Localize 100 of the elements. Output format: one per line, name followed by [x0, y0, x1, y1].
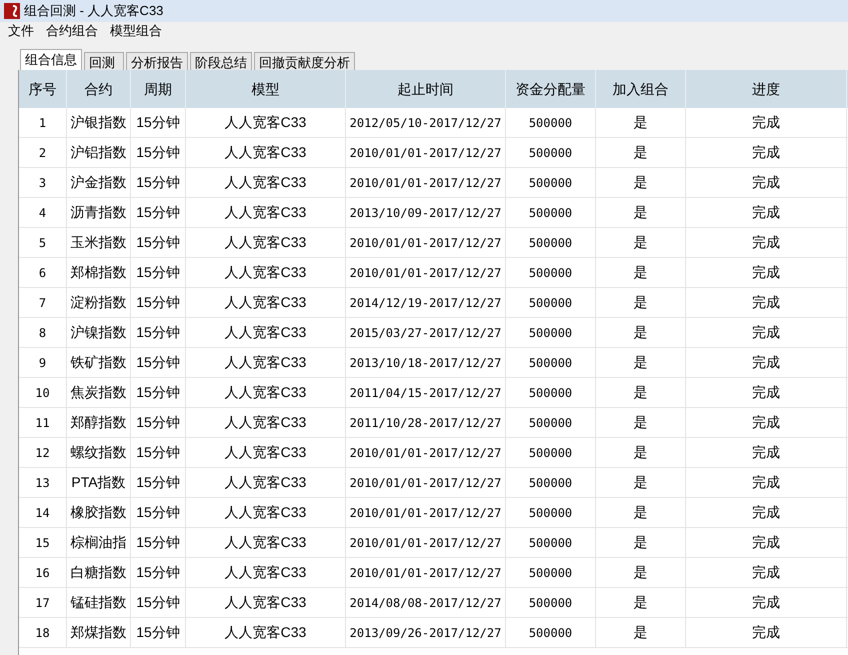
table-cell: 人人宽客C33 [186, 438, 346, 467]
table-cell: 是 [596, 408, 686, 437]
table-cell: 500000 [506, 288, 596, 317]
table-cell: 500000 [506, 408, 596, 437]
table-cell: 人人宽客C33 [186, 258, 346, 287]
table-cell: 2010/01/01-2017/12/27 [346, 438, 506, 467]
table-cell: 11 [19, 408, 67, 437]
table-cell: 2010/01/01-2017/12/27 [346, 528, 506, 557]
table-cell: 500000 [506, 108, 596, 137]
tab[interactable]: 阶段总结 [190, 52, 252, 70]
table-cell: 14 [19, 498, 67, 527]
table-cell: 是 [596, 228, 686, 257]
table-cell: 2010/01/01-2017/12/27 [346, 468, 506, 497]
table-cell: 螺纹指数 [67, 438, 131, 467]
table-cell: 完成 [686, 588, 847, 617]
table-cell: 是 [596, 558, 686, 587]
table-cell: 人人宽客C33 [186, 288, 346, 317]
table-cell: 人人宽客C33 [186, 108, 346, 137]
table-cell: 2015/03/27-2017/12/27 [346, 318, 506, 347]
table-cell: 2010/01/01-2017/12/27 [346, 168, 506, 197]
table-cell: 15分钟 [131, 438, 186, 467]
table-cell: 完成 [686, 348, 847, 377]
table-cell: 15分钟 [131, 468, 186, 497]
table-cell: 15分钟 [131, 558, 186, 587]
window-title: 组合回测 - 人人宽客C33 [24, 2, 164, 20]
menu-item[interactable]: 文件 [8, 21, 34, 41]
table-cell: 2013/09/26-2017/12/27 [346, 618, 506, 647]
table-cell: 人人宽客C33 [186, 228, 346, 257]
menu-item[interactable]: 模型组合 [110, 21, 162, 41]
table-cell: 完成 [686, 168, 847, 197]
tab[interactable]: 分析报告 [126, 52, 188, 70]
table-cell: 1 [19, 108, 67, 137]
table-cell: 沥青指数 [67, 198, 131, 227]
column-header[interactable]: 加入组合 [596, 70, 686, 108]
table-cell: 是 [596, 288, 686, 317]
table-cell: 人人宽客C33 [186, 468, 346, 497]
table-cell: 锰硅指数 [67, 588, 131, 617]
table-cell: 完成 [686, 468, 847, 497]
table-cell: 2014/08/08-2017/12/27 [346, 588, 506, 617]
table-cell: 15分钟 [131, 108, 186, 137]
table-cell: 8 [19, 318, 67, 347]
table-cell: 是 [596, 168, 686, 197]
table-cell: 15 [19, 528, 67, 557]
table-cell: 500000 [506, 468, 596, 497]
table-cell: 17 [19, 588, 67, 617]
table-cell: 500000 [506, 378, 596, 407]
table-cell: PTA指数 [67, 468, 131, 497]
table-cell: 500000 [506, 168, 596, 197]
table-cell: 2013/10/09-2017/12/27 [346, 198, 506, 227]
table-cell: 人人宽客C33 [186, 378, 346, 407]
table-cell: 人人宽客C33 [186, 588, 346, 617]
table-cell: 白糖指数 [67, 558, 131, 587]
column-header[interactable]: 周期 [131, 70, 186, 108]
table-cell: 15分钟 [131, 408, 186, 437]
table-cell: 2 [19, 138, 67, 167]
table-cell: 15分钟 [131, 288, 186, 317]
table-cell: 是 [596, 468, 686, 497]
table-cell: 500000 [506, 588, 596, 617]
table-cell: 500000 [506, 498, 596, 527]
table-cell: 人人宽客C33 [186, 348, 346, 377]
table-cell: 人人宽客C33 [186, 528, 346, 557]
table-cell: 人人宽客C33 [186, 318, 346, 347]
table-cell: 15分钟 [131, 198, 186, 227]
column-header[interactable]: 起止时间 [346, 70, 506, 108]
table-cell: 完成 [686, 288, 847, 317]
table-cell: 500000 [506, 348, 596, 377]
tab[interactable]: 回撤贡献度分析 [254, 52, 355, 70]
column-header[interactable]: 模型 [186, 70, 346, 108]
column-header[interactable]: 合约 [67, 70, 131, 108]
column-header[interactable]: 资金分配量 [506, 70, 596, 108]
table-cell: 2010/01/01-2017/12/27 [346, 258, 506, 287]
table-cell: 2010/01/01-2017/12/27 [346, 558, 506, 587]
column-header[interactable]: 序号 [19, 70, 67, 108]
tab[interactable]: 回测 [84, 52, 124, 70]
table-cell: 15分钟 [131, 348, 186, 377]
table-cell: 完成 [686, 108, 847, 137]
table-cell: 2011/04/15-2017/12/27 [346, 378, 506, 407]
table-cell: 完成 [686, 408, 847, 437]
table-cell: 500000 [506, 198, 596, 227]
table-cell: 是 [596, 618, 686, 647]
table-cell: 人人宽客C33 [186, 138, 346, 167]
table-cell: 是 [596, 588, 686, 617]
table-cell: 2010/01/01-2017/12/27 [346, 228, 506, 257]
column-header[interactable]: 进度 [686, 70, 847, 108]
table-cell: 完成 [686, 618, 847, 647]
table-cell: 沪铝指数 [67, 138, 131, 167]
table-cell: 是 [596, 348, 686, 377]
table-cell: 3 [19, 168, 67, 197]
table-cell: 15分钟 [131, 138, 186, 167]
table-cell: 人人宽客C33 [186, 498, 346, 527]
table-cell: 2012/05/10-2017/12/27 [346, 108, 506, 137]
table-cell: 淀粉指数 [67, 288, 131, 317]
table-cell: 人人宽客C33 [186, 558, 346, 587]
table-cell: 是 [596, 498, 686, 527]
table-cell: 500000 [506, 258, 596, 287]
table-cell: 500000 [506, 228, 596, 257]
tab[interactable]: 组合信息 [20, 49, 82, 70]
table-cell: 是 [596, 438, 686, 467]
table-cell: 500000 [506, 528, 596, 557]
menu-item[interactable]: 合约组合 [46, 21, 98, 41]
